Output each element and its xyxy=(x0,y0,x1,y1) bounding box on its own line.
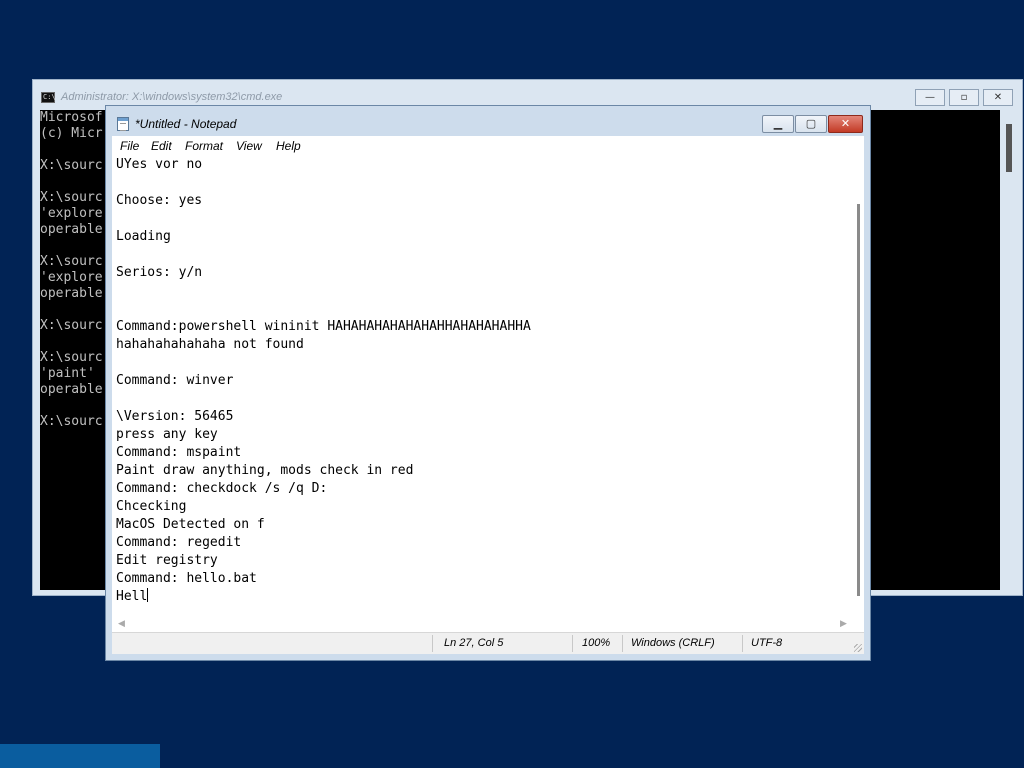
scroll-right-icon[interactable]: ▶ xyxy=(840,619,847,629)
notepad-menubar: File Edit Format View Help xyxy=(112,136,864,156)
status-divider xyxy=(622,635,623,652)
cmd-window-title: Administrator: X:\windows\system32\cmd.e… xyxy=(61,91,283,103)
notepad-maximize-button[interactable]: ▢ xyxy=(795,115,827,133)
status-encoding: UTF-8 xyxy=(751,637,783,649)
notepad-window-title: *Untitled - Notepad xyxy=(135,117,237,131)
menu-edit[interactable]: Edit xyxy=(151,139,172,153)
notepad-scroll-thumb[interactable] xyxy=(857,204,860,596)
notepad-text-area[interactable]: UYes vor no Choose: yes Loading Serios: … xyxy=(112,156,864,632)
status-zoom: 100% xyxy=(582,637,611,649)
notepad-window[interactable]: *Untitled - Notepad ▁ ▢ ✕ File Edit Form… xyxy=(105,105,871,661)
notepad-text[interactable]: UYes vor no Choose: yes Loading Serios: … xyxy=(116,156,531,606)
resize-grip-icon[interactable] xyxy=(854,644,862,652)
cmd-scrollbar-thumb[interactable] xyxy=(1006,124,1012,172)
notepad-vertical-scrollbar[interactable] xyxy=(854,156,864,616)
cmd-minimize-button[interactable]: — xyxy=(915,89,945,106)
notepad-titlebar[interactable]: *Untitled - Notepad ▁ ▢ ✕ xyxy=(106,106,870,136)
status-divider xyxy=(742,635,743,652)
cmd-icon: C:\ xyxy=(41,92,56,103)
taskbar-fragment[interactable] xyxy=(0,744,160,768)
menu-file[interactable]: File xyxy=(120,139,139,153)
text-caret xyxy=(147,588,149,602)
status-divider xyxy=(432,635,433,652)
menu-format[interactable]: Format xyxy=(185,139,223,153)
notepad-minimize-button[interactable]: ▁ xyxy=(762,115,794,133)
cmd-close-button[interactable]: ✕ xyxy=(983,89,1013,106)
menu-help[interactable]: Help xyxy=(276,139,301,153)
notepad-horizontal-scrollbar[interactable]: ◀ ▶ xyxy=(112,616,864,632)
menu-view[interactable]: View xyxy=(236,139,262,153)
notepad-icon xyxy=(117,117,129,131)
scroll-left-icon[interactable]: ◀ xyxy=(118,619,125,629)
cmd-output: Microsof (c) Micr X:\sourc X:\sourc 'exp… xyxy=(40,110,103,429)
status-cursor-position: Ln 27, Col 5 xyxy=(444,637,504,649)
notepad-close-button[interactable]: ✕ xyxy=(828,115,863,133)
status-line-ending: Windows (CRLF) xyxy=(631,637,715,649)
notepad-statusbar: Ln 27, Col 5 100% Windows (CRLF) UTF-8 xyxy=(112,632,864,654)
cmd-maximize-button[interactable]: ▫ xyxy=(949,89,979,106)
status-divider xyxy=(572,635,573,652)
